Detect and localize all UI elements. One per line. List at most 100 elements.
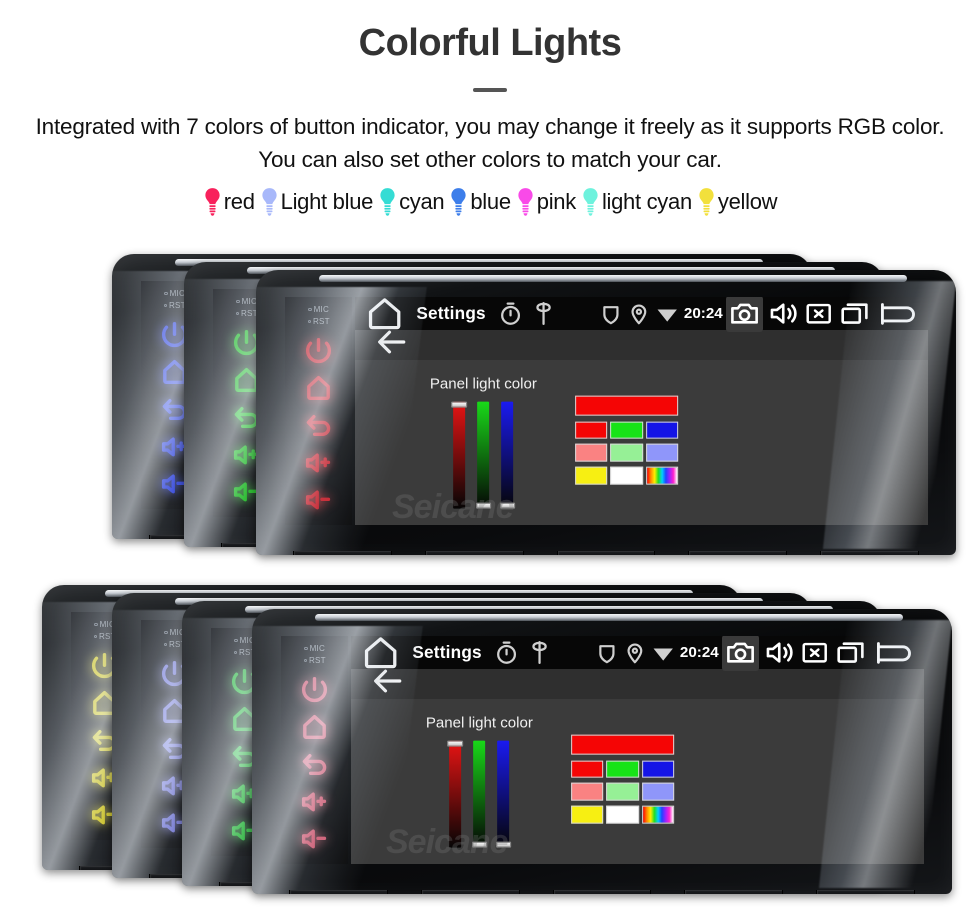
swatch-2-0[interactable] [575, 466, 608, 485]
statusbar-camera-icon[interactable] [722, 636, 760, 671]
hardkey-back[interactable] [299, 749, 330, 780]
device-screen[interactable]: Settings 20:24 Panel light color [351, 636, 924, 865]
legend-item-blue: blue [449, 187, 511, 217]
page-header: Colorful Lights Integrated with 7 colors… [0, 0, 980, 217]
hardkey-home[interactable] [299, 711, 330, 742]
green-slider[interactable] [475, 401, 492, 509]
swatch-1-0[interactable] [575, 443, 608, 462]
rst-indicator[interactable]: RST [303, 656, 326, 665]
unit-red-wrapper[interactable]: MIC RST Settings 20:24 Panel light color [256, 270, 956, 555]
shield-icon [595, 641, 619, 665]
statusbar-home-icon[interactable] [360, 636, 401, 673]
swatch-0-0[interactable] [575, 421, 608, 440]
rgb-sliders: Panel light color [426, 715, 533, 848]
hardkey-volume-up[interactable] [299, 787, 330, 818]
bulb-icon [451, 188, 466, 216]
green-slider[interactable] [471, 740, 488, 848]
unit-pink[interactable]: MIC RST Settings 20:24 Panel light color [252, 609, 952, 894]
swatch-2-1[interactable] [610, 466, 644, 485]
rst-indicator[interactable]: RST [163, 301, 186, 310]
swatch-0-1[interactable] [606, 760, 640, 779]
blue-slider-thumb[interactable] [499, 502, 516, 509]
statusbar-right: 20:24 [599, 297, 919, 332]
mounting-tab [425, 551, 524, 555]
statusbar-time: 20:24 [679, 644, 719, 662]
swatch-2-2[interactable] [645, 466, 679, 485]
legend-item-yellow: yellow [697, 187, 778, 217]
statusbar-close-icon[interactable] [799, 637, 830, 668]
statusbar-back-arrow-icon[interactable] [875, 297, 920, 332]
unit-red[interactable]: MIC RST Settings 20:24 Panel light color [256, 270, 956, 555]
hardkey-column: MIC RST [281, 636, 348, 865]
hardkey-back[interactable] [303, 410, 334, 441]
blue-slider[interactable] [499, 401, 516, 509]
unit-pink-wrapper[interactable]: MIC RST Settings 20:24 Panel light color [252, 609, 952, 894]
swatch-row [571, 760, 675, 779]
rst-indicator[interactable]: RST [307, 317, 330, 327]
swatch-0-0[interactable] [571, 760, 604, 779]
swatch-1-2[interactable] [645, 443, 679, 462]
legend-item-cyan: cyan [378, 187, 445, 217]
mounting-tab [421, 890, 520, 894]
hardkey-column: MIC RST [285, 297, 352, 526]
swatch-2-1[interactable] [606, 805, 640, 824]
hardkey-home[interactable] [303, 372, 334, 403]
color-swatch-grid [575, 395, 679, 489]
statusbar-close-icon[interactable] [803, 298, 834, 329]
swatch-0-1[interactable] [610, 421, 644, 440]
red-slider-thumb[interactable] [447, 740, 463, 747]
legend-item-label: red [223, 189, 255, 215]
swatch-1-1[interactable] [610, 443, 644, 462]
statusbar-volume-icon[interactable] [763, 636, 796, 669]
bulb-icon [262, 188, 277, 216]
legend-item-light-cyan: light cyan [581, 187, 692, 217]
red-slider-thumb[interactable] [451, 401, 467, 408]
swatch-2-0[interactable] [571, 805, 604, 824]
page-title: Colorful Lights [358, 22, 622, 64]
hardkey-volume-down[interactable] [303, 485, 334, 516]
swatch-2-2[interactable] [641, 805, 675, 824]
red-slider[interactable] [447, 740, 463, 848]
red-slider[interactable] [451, 401, 467, 509]
gps-icon [623, 641, 647, 665]
statusbar-home-icon[interactable] [364, 297, 405, 334]
statusbar-back-arrow-icon[interactable] [871, 636, 916, 671]
statusbar-time: 20:24 [683, 305, 723, 323]
statusbar-camera-icon[interactable] [726, 297, 764, 332]
hardkey-power[interactable] [299, 674, 330, 705]
mounting-tab [293, 551, 393, 555]
statusbar-volume-icon[interactable] [767, 297, 800, 330]
bulb-icon [205, 188, 220, 216]
bottom-device-group: MIC RST Settin [0, 583, 980, 903]
hardkey-power[interactable] [303, 335, 334, 366]
mic-label: MIC [241, 297, 258, 307]
mounting-tab [556, 551, 656, 555]
green-slider-thumb[interactable] [475, 502, 492, 509]
hardkey-volume-up[interactable] [303, 448, 334, 479]
color-preview-bar [571, 734, 675, 755]
color-swatch-grid [571, 734, 675, 828]
hardkey-volume-down[interactable] [299, 824, 330, 855]
bulb-icon [583, 188, 598, 216]
screen-statusbar: Settings 20:24 [351, 636, 924, 671]
legend-item-label: cyan [399, 189, 445, 215]
statusbar-recents-icon[interactable] [834, 636, 867, 669]
legend-item-label: light cyan [601, 189, 692, 215]
swatch-0-2[interactable] [641, 760, 675, 779]
rst-indicator[interactable]: RST [235, 309, 258, 318]
swatch-1-0[interactable] [571, 782, 604, 801]
legend-item-light-blue: Light blue [260, 187, 373, 217]
top-device-group: MIC RST Settin [0, 248, 980, 558]
swatch-1-1[interactable] [606, 782, 640, 801]
green-slider-thumb[interactable] [471, 841, 488, 848]
device-screen[interactable]: Settings 20:24 Panel light color [355, 297, 928, 526]
swatch-1-2[interactable] [641, 782, 675, 801]
blue-slider[interactable] [495, 740, 512, 848]
swatch-0-2[interactable] [645, 421, 679, 440]
bezel-chrome-strip [314, 614, 904, 621]
swatch-row [575, 421, 679, 440]
title-divider [473, 87, 507, 92]
statusbar-recents-icon[interactable] [838, 297, 871, 330]
rst-label: RST [312, 317, 330, 327]
blue-slider-thumb[interactable] [495, 841, 512, 848]
